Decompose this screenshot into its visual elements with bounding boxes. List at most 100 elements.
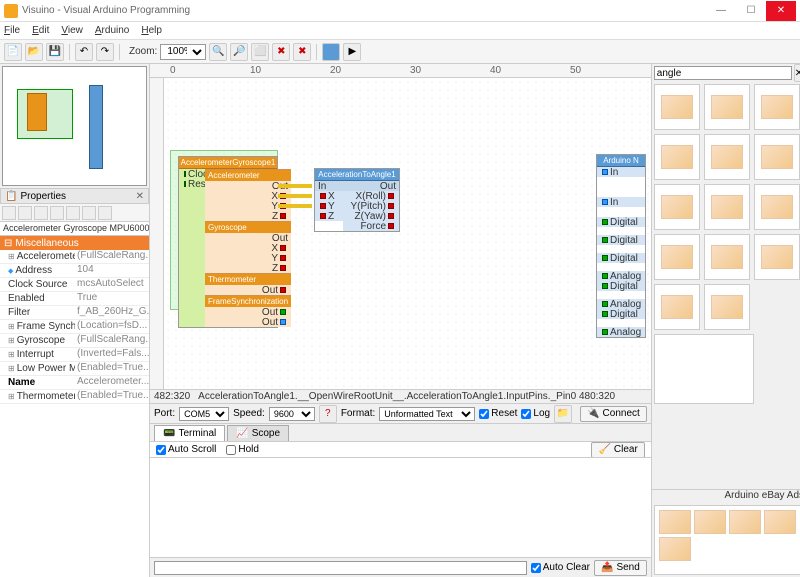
speed-select[interactable]: 9600 — [269, 407, 315, 421]
zoomin-button[interactable]: 🔍 — [209, 43, 227, 61]
panel-title: Properties — [20, 191, 66, 202]
zoom-select[interactable]: 100% — [160, 44, 206, 60]
palette-item[interactable] — [654, 234, 700, 280]
tool-btn-1[interactable]: ✖ — [272, 43, 290, 61]
ads-panel[interactable] — [654, 505, 800, 575]
terminal-output[interactable] — [150, 457, 651, 557]
palette-search-input[interactable] — [654, 66, 792, 80]
status-bar: 482:320 AccelerationToAngle1.__OpenWireR… — [150, 389, 651, 403]
log-folder-button[interactable]: 📁 — [554, 405, 572, 423]
tool-btn-2[interactable]: ✖ — [293, 43, 311, 61]
property-path: Accelerometer Gyroscope MPU6000/MPU60 — [0, 222, 149, 236]
maximize-button[interactable]: ☐ — [736, 1, 766, 21]
node-arduino[interactable]: Arduino N In In Digital Digital Digital … — [596, 154, 646, 338]
property-row[interactable]: Low Power Mo...(Enabled=True... — [0, 362, 149, 376]
terminal-tabs: 📟Terminal 📈Scope — [150, 423, 651, 441]
prop-btn-5[interactable] — [66, 206, 80, 220]
close-button[interactable]: ✕ — [766, 1, 796, 21]
menu-file[interactable]: FFileile — [4, 25, 20, 36]
node-accelerometer-gyroscope[interactable]: AccelerometerGyroscope1 Clock Reset Acce… — [178, 156, 278, 328]
property-row[interactable]: Clock SourcemcsAutoSelect — [0, 278, 149, 292]
hold-checkbox[interactable]: Hold — [226, 444, 259, 455]
ad-item[interactable] — [729, 510, 761, 534]
property-row[interactable]: Interrupt(Inverted=Fals... — [0, 348, 149, 362]
palette-item[interactable] — [704, 284, 750, 330]
zoomout-button[interactable]: 🔎 — [230, 43, 248, 61]
overview-map[interactable] — [2, 66, 147, 186]
new-button[interactable]: 📄 — [4, 43, 22, 61]
prop-btn-1[interactable] — [2, 206, 16, 220]
menu-edit[interactable]: Edit — [32, 25, 49, 36]
tab-scope[interactable]: 📈Scope — [227, 425, 289, 441]
format-select[interactable]: Unformatted Text — [379, 407, 475, 421]
autoclear-checkbox[interactable]: Auto Clear — [531, 562, 590, 573]
palette-item[interactable] — [654, 284, 700, 330]
ad-item[interactable] — [764, 510, 796, 534]
redo-button[interactable]: ↷ — [96, 43, 114, 61]
palette-item[interactable] — [754, 84, 800, 130]
property-category[interactable]: ⊟Miscellaneous — [0, 236, 149, 250]
property-grid[interactable]: Accelerometer(FullScaleRang...◆Address10… — [0, 250, 149, 577]
palette-item[interactable] — [704, 84, 750, 130]
autoscroll-checkbox[interactable]: Auto Scroll — [156, 444, 216, 455]
search-clear-icon[interactable]: ✕ — [794, 64, 800, 82]
tab-terminal[interactable]: 📟Terminal — [154, 425, 225, 441]
log-checkbox[interactable]: Log — [521, 408, 550, 419]
design-canvas[interactable]: AccelerometerGyroscope1 Clock Reset Acce… — [164, 78, 651, 389]
ad-item[interactable] — [694, 510, 726, 534]
send-input[interactable] — [154, 561, 527, 575]
prop-btn-2[interactable] — [18, 206, 32, 220]
ad-item[interactable] — [659, 510, 691, 534]
properties-header: 📋 Properties ✕ — [0, 188, 149, 204]
speed-label: Speed: — [233, 408, 265, 419]
property-row[interactable]: ◆Address104 — [0, 264, 149, 278]
property-row[interactable]: Thermometer(Enabled=True... — [0, 390, 149, 404]
reset-checkbox[interactable]: Reset — [479, 408, 517, 419]
palette-item[interactable] — [754, 234, 800, 280]
clear-button[interactable]: 🧹Clear — [591, 442, 644, 458]
save-button[interactable]: 💾 — [46, 43, 64, 61]
menu-arduino[interactable]: Arduino — [95, 25, 129, 36]
prop-btn-3[interactable] — [34, 206, 48, 220]
node-title: AccelerationToAngle1 — [315, 169, 399, 181]
send-button[interactable]: 📤Send — [594, 560, 647, 576]
palette-item[interactable] — [704, 184, 750, 230]
palette-item[interactable] — [654, 184, 700, 230]
minimize-button[interactable]: — — [706, 1, 736, 21]
center-area: 0 10 20 30 40 50 AccelerometerGyroscope1… — [150, 64, 651, 577]
speed-help-icon[interactable]: ? — [319, 405, 337, 423]
palette-item[interactable] — [704, 134, 750, 180]
menu-view[interactable]: View — [61, 25, 83, 36]
connect-button[interactable]: 🔌Connect — [580, 406, 647, 422]
panel-close-icon[interactable]: ✕ — [136, 191, 144, 202]
palette-item[interactable] — [654, 134, 700, 180]
prop-btn-7[interactable] — [98, 206, 112, 220]
open-button[interactable]: 📂 — [25, 43, 43, 61]
zoom-label: Zoom: — [129, 46, 157, 57]
menu-bar: FFileile Edit View Arduino Help — [0, 22, 800, 40]
property-row[interactable]: Gyroscope(FullScaleRang... — [0, 334, 149, 348]
menu-help[interactable]: Help — [141, 25, 162, 36]
upload-button[interactable]: ▶ — [343, 43, 361, 61]
prop-btn-6[interactable] — [82, 206, 96, 220]
format-label: Format: — [341, 408, 375, 419]
ad-item[interactable] — [659, 537, 691, 561]
port-select[interactable]: COM5 (L — [179, 407, 229, 421]
property-row[interactable]: EnabledTrue — [0, 292, 149, 306]
palette-item[interactable] — [754, 184, 800, 230]
arduino-btn[interactable] — [322, 43, 340, 61]
zoomfit-button[interactable]: ⬜ — [251, 43, 269, 61]
palette-item[interactable] — [754, 134, 800, 180]
component-palette[interactable] — [652, 82, 800, 489]
palette-item-large[interactable] — [654, 334, 754, 404]
palette-item[interactable] — [704, 234, 750, 280]
node-title: AccelerometerGyroscope1 — [179, 157, 277, 169]
property-row[interactable]: Frame Synchro...(Location=fsD... — [0, 320, 149, 334]
undo-button[interactable]: ↶ — [75, 43, 93, 61]
property-row[interactable]: Filterf_AB_260Hz_G... — [0, 306, 149, 320]
property-row[interactable]: Accelerometer(FullScaleRang... — [0, 250, 149, 264]
node-acceleration-to-angle[interactable]: AccelerationToAngle1 In X Y Z Out X(Roll… — [314, 168, 400, 232]
palette-item[interactable] — [654, 84, 700, 130]
property-row[interactable]: NameAccelerometer... — [0, 376, 149, 390]
prop-btn-4[interactable] — [50, 206, 64, 220]
